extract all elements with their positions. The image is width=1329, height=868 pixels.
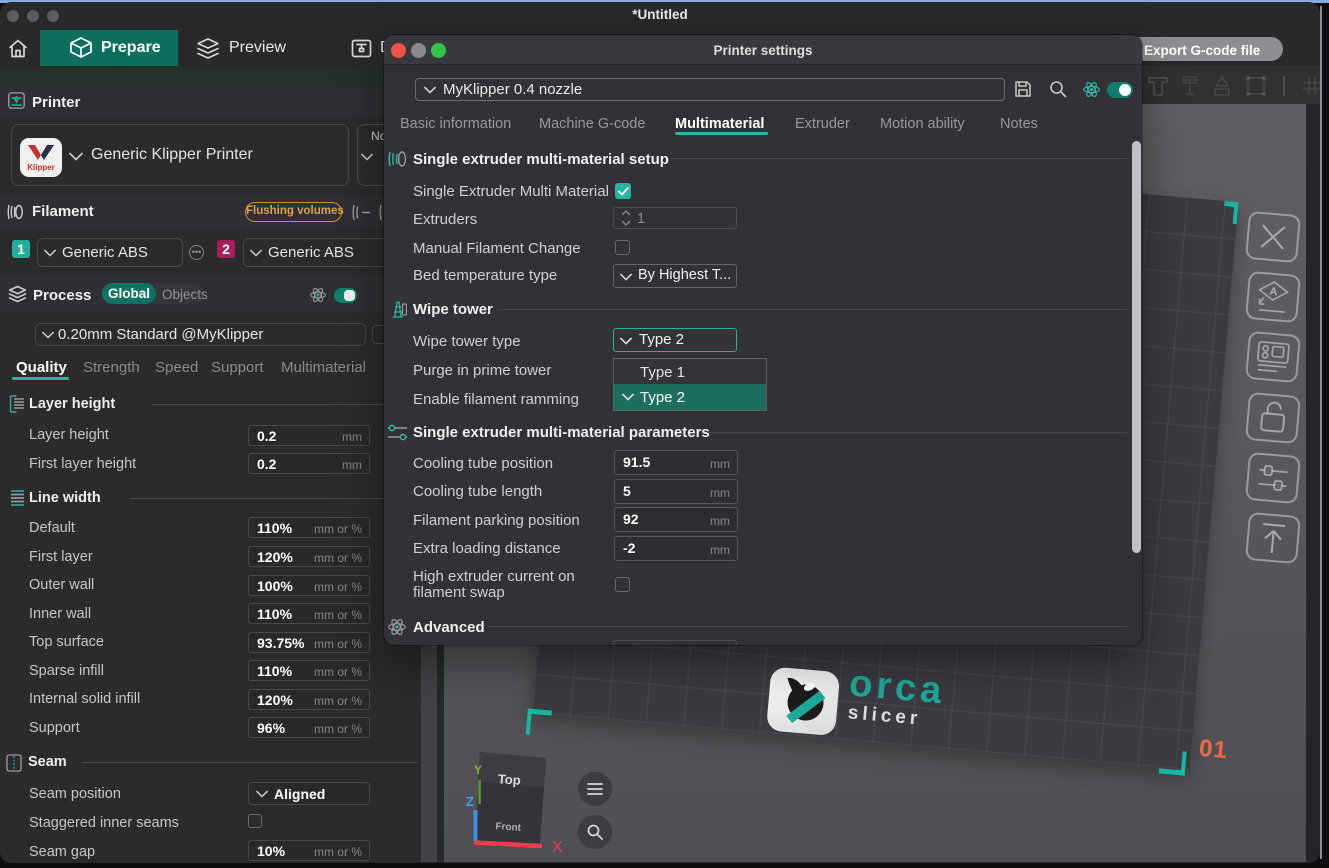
svg-text:Z: Z (466, 794, 474, 809)
svg-text:A: A (1269, 286, 1278, 299)
svg-text:X: X (552, 839, 563, 856)
svg-text:Klipper: Klipper (27, 163, 55, 172)
svg-text:Top: Top (497, 771, 521, 788)
svg-text:Front: Front (495, 821, 522, 834)
svg-text:Y: Y (474, 763, 482, 777)
